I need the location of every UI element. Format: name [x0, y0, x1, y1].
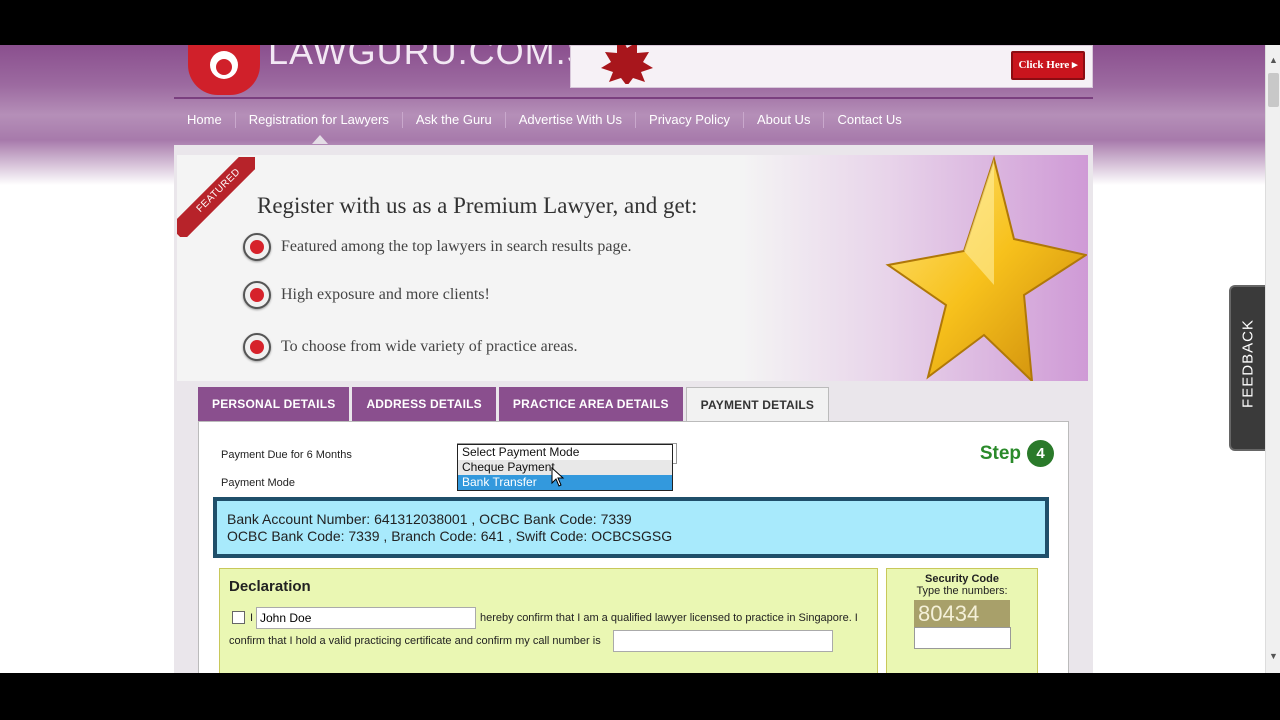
main-content: FEATURED Register with us as a Premium L… — [174, 145, 1093, 673]
hero-title: Register with us as a Premium Lawyer, an… — [257, 193, 698, 218]
payment-due-label: Payment Due for 6 Months — [221, 449, 352, 461]
bank-details-line: OCBC Bank Code: 7339 , Branch Code: 641 … — [227, 528, 673, 544]
premium-hero-banner: FEATURED Register with us as a Premium L… — [177, 155, 1088, 381]
captcha-image: 80434 — [914, 600, 1010, 627]
nav-ask-the-guru[interactable]: Ask the Guru — [403, 112, 506, 128]
declaration-text: confirm that I hold a valid practicing c… — [229, 635, 601, 647]
starburst-badge-icon — [601, 45, 653, 84]
mouse-cursor-icon — [551, 467, 565, 487]
logo-mascot-icon[interactable] — [188, 45, 260, 95]
vertical-scrollbar[interactable]: ▲ ▼ — [1265, 45, 1280, 673]
security-code-title: Security Code — [925, 573, 999, 585]
tab-practice-area-details[interactable]: PRACTICE AREA DETAILS — [498, 387, 683, 421]
header-divider — [174, 97, 1093, 99]
declaration-title: Declaration — [229, 578, 311, 595]
nav-about-us[interactable]: About Us — [744, 112, 825, 128]
payment-form: Payment Due for 6 Months Payment Mode Se… — [198, 421, 1069, 673]
arrow-bullet-icon — [243, 233, 271, 261]
step-indicator: Step 4 — [980, 440, 1054, 467]
nav-home[interactable]: Home — [174, 112, 236, 128]
hero-point: High exposure and more clients! — [243, 281, 490, 309]
nav-active-pointer — [312, 135, 328, 144]
site-logo[interactable]: LAWGURU.COM.SG — [268, 45, 621, 73]
bank-details-box: Bank Account Number: 641312038001 , OCBC… — [213, 497, 1049, 558]
nav-privacy-policy[interactable]: Privacy Policy — [636, 112, 744, 128]
nav-advertise[interactable]: Advertise With Us — [506, 112, 637, 128]
arrow-bullet-icon — [243, 333, 271, 361]
gold-star-icon — [885, 155, 1087, 381]
click-here-button[interactable]: Click Here ▸ — [1011, 51, 1085, 80]
payment-mode-dropdown[interactable]: Select Payment Mode Cheque Payment Bank … — [457, 444, 673, 491]
top-ad-banner[interactable]: Click Here ▸ — [570, 45, 1093, 88]
option-bank-transfer[interactable]: Bank Transfer — [458, 475, 672, 490]
hero-point: To choose from wide variety of practice … — [243, 333, 578, 361]
option-select-payment-mode[interactable]: Select Payment Mode — [458, 445, 672, 460]
scroll-up-arrow-icon[interactable]: ▲ — [1268, 55, 1279, 65]
registration-tabs: PERSONAL DETAILS ADDRESS DETAILS PRACTIC… — [198, 387, 832, 422]
security-code-section: Security Code Type the numbers: 80434 — [886, 568, 1038, 673]
arrow-bullet-icon — [243, 281, 271, 309]
tab-payment-details[interactable]: PAYMENT DETAILS — [685, 387, 830, 422]
declaration-text: hereby confirm that I am a qualified law… — [480, 612, 858, 624]
main-navigation: Home Registration for Lawyers Ask the Gu… — [174, 105, 1093, 135]
nav-registration[interactable]: Registration for Lawyers — [236, 112, 403, 128]
payment-mode-label: Payment Mode — [221, 477, 295, 489]
feedback-tab[interactable]: FEEDBACK — [1229, 285, 1265, 451]
scrollbar-thumb[interactable] — [1268, 73, 1279, 107]
declaration-prefix: I — [250, 612, 254, 624]
tab-address-details[interactable]: ADDRESS DETAILS — [352, 387, 496, 421]
scroll-down-arrow-icon[interactable]: ▼ — [1268, 651, 1279, 661]
lawyer-name-input[interactable]: John Doe — [256, 607, 476, 629]
declaration-checkbox[interactable] — [232, 611, 245, 624]
browser-viewport: LAWGURU.COM.SG Click Here ▸ Home Registr… — [0, 45, 1280, 673]
hero-point: Featured among the top lawyers in search… — [243, 233, 632, 261]
bank-details-line: Bank Account Number: 641312038001 , OCBC… — [227, 511, 632, 527]
nav-contact-us[interactable]: Contact Us — [824, 112, 914, 128]
featured-ribbon: FEATURED — [177, 157, 255, 237]
call-number-input[interactable] — [613, 630, 833, 652]
step-number-badge: 4 — [1027, 440, 1054, 467]
security-code-instructions: Type the numbers: — [916, 585, 1008, 597]
option-cheque-payment[interactable]: Cheque Payment — [458, 460, 672, 475]
tab-personal-details[interactable]: PERSONAL DETAILS — [198, 387, 350, 421]
declaration-section: Declaration I John Doe hereby confirm th… — [219, 568, 878, 673]
captcha-input[interactable] — [914, 627, 1011, 649]
